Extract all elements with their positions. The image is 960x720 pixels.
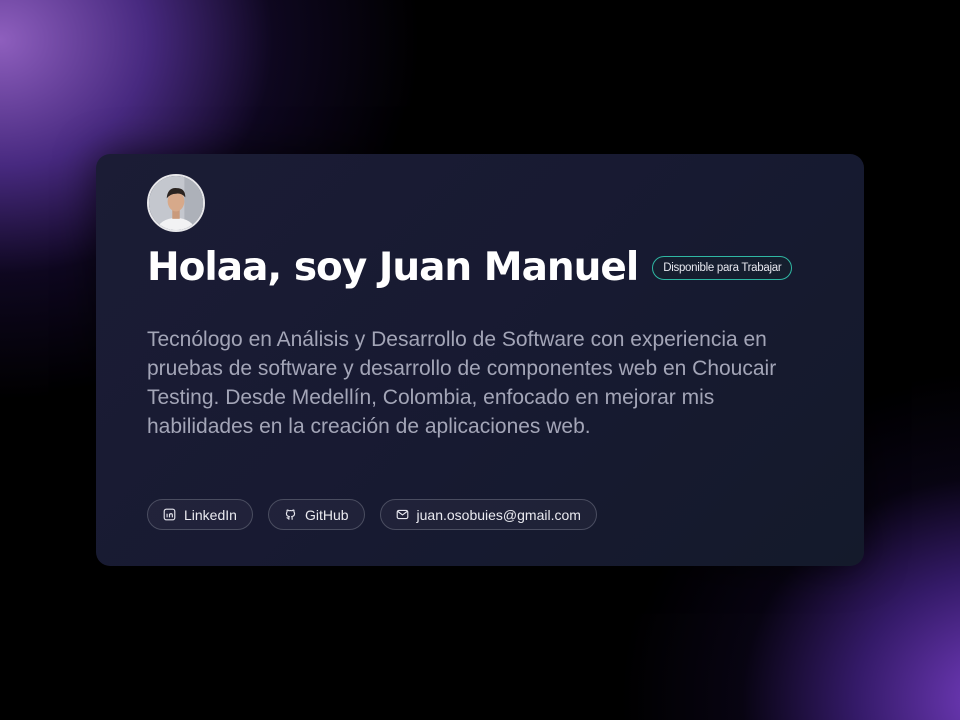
email-button[interactable]: juan.osobuies@gmail.com [379, 499, 597, 530]
email-label: juan.osobuies@gmail.com [416, 506, 581, 523]
contact-links: LinkedIn GitHub juan.osobuies@gmail.com [147, 499, 597, 530]
avatar-photo [149, 176, 203, 230]
page-title: Holaa, soy Juan Manuel [147, 245, 639, 290]
headline: Holaa, soy Juan Manuel Disponible para T… [147, 243, 793, 293]
linkedin-button[interactable]: LinkedIn [147, 499, 253, 530]
github-icon [284, 508, 297, 521]
github-button[interactable]: GitHub [267, 499, 365, 530]
availability-badge: Disponible para Trabajar [652, 256, 793, 280]
bio-text: Tecnólogo en Análisis y Desarrollo de So… [147, 328, 777, 438]
github-label: GitHub [304, 506, 349, 523]
linkedin-icon [163, 508, 176, 521]
linkedin-label: LinkedIn [184, 506, 237, 523]
mail-icon [396, 508, 409, 521]
avatar [147, 174, 205, 232]
